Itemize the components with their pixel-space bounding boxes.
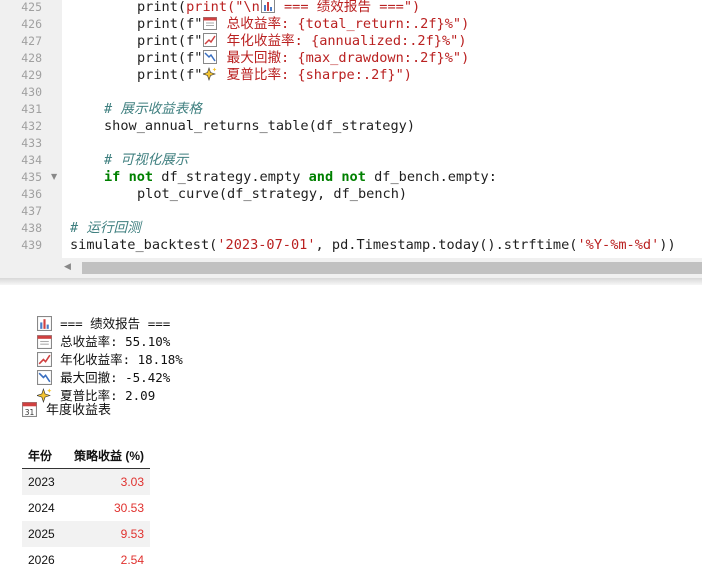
string-literal: === 绩效报告 ===") <box>275 0 421 15</box>
line-number: 438 <box>21 221 42 235</box>
scroll-left-arrow-icon[interactable]: ◀ <box>64 262 71 272</box>
line-number: 428 <box>21 51 42 65</box>
code-line: print(f" 夏普比率: {sharpe:.2f}") <box>137 67 412 84</box>
annual-returns-table: 年份 策略收益 (%) 2023 3.03 2024 30.53 2025 9.… <box>22 443 150 573</box>
line-number: 435 <box>21 170 42 184</box>
fold-margin: ▼ <box>48 0 62 278</box>
string-literal: print("\n <box>186 0 260 15</box>
line-number: 439 <box>21 238 42 252</box>
line-number: 432 <box>21 119 42 133</box>
annual-returns-title: 31 年度收益表 <box>22 399 111 418</box>
code-text: df_bench.empty: <box>365 169 497 185</box>
code-editor[interactable]: ▼ 425 426 427 428 429 430 431 432 433 43… <box>0 0 702 278</box>
table-row: 2026 2.54 <box>22 547 150 573</box>
horizontal-scrollbar[interactable]: ◀ <box>62 258 702 278</box>
code-text: print(f" <box>137 50 203 66</box>
keyword: and <box>308 169 334 185</box>
code-line: simulate_backtest('2023-07-01', pd.Times… <box>70 237 676 254</box>
year-cell: 2026 <box>28 553 55 567</box>
year-cell: 2024 <box>28 501 55 515</box>
code-comment: # 展示收益表格 <box>104 101 202 117</box>
fold-arrow-icon[interactable]: ▼ <box>51 172 57 181</box>
line-number: 425 <box>21 0 42 14</box>
line-number: 427 <box>21 34 42 48</box>
code-line: show_annual_returns_table(df_strategy) <box>104 118 415 134</box>
line-number: 434 <box>21 153 42 167</box>
line-number: 430 <box>21 85 42 99</box>
keyword: not <box>128 169 154 185</box>
keyword: if <box>104 169 121 185</box>
annual-returns-title-text: 年度收益表 <box>46 403 112 418</box>
table-row: 2023 3.03 <box>22 468 150 495</box>
string-literal: 夏普比率: {sharpe:.2f}") <box>218 67 412 83</box>
column-header-year: 年份 <box>22 443 68 469</box>
line-number: 426 <box>21 17 42 31</box>
code-line: print(print("\n === 绩效报告 ===") <box>137 0 421 15</box>
code-text: print(f" <box>137 16 203 32</box>
code-comment: # 运行回测 <box>70 220 141 236</box>
table-row: 2025 9.53 <box>22 521 150 547</box>
line-number: 436 <box>21 187 42 201</box>
cell-divider <box>0 278 702 285</box>
year-cell: 2025 <box>22 521 68 547</box>
code-area[interactable]: print(print("\n === 绩效报告 ===") print(f" … <box>62 0 702 258</box>
string-literal: 总收益率: {total_return:.2f}%") <box>218 16 470 32</box>
line-number: 431 <box>21 102 42 116</box>
chart-down-icon <box>203 50 218 64</box>
code-text: simulate_backtest( <box>70 237 218 253</box>
bar-chart-icon <box>260 0 275 13</box>
year-cell: 2023 <box>22 468 68 495</box>
code-line: print(f" 总收益率: {total_return:.2f}%") <box>137 16 469 33</box>
code-comment: # 可视化展示 <box>104 152 189 168</box>
calendar-day-label: 31 <box>25 408 35 417</box>
calendar-icon <box>203 16 218 30</box>
code-line: print(f" 年化收益率: {annualized:.2f}%") <box>137 33 467 50</box>
keyword: not <box>341 169 366 185</box>
string-literal: 年化收益率: {annualized:.2f}%") <box>218 33 467 49</box>
line-number: 437 <box>21 204 42 218</box>
sparkles-icon <box>202 67 217 81</box>
return-cell: 2.54 <box>120 553 144 567</box>
return-cell: 30.53 <box>113 501 144 515</box>
line-number: 429 <box>21 68 42 82</box>
return-cell: 3.03 <box>68 468 150 495</box>
code-text: , pd.Timestamp.today().strftime( <box>315 237 578 253</box>
line-number: 433 <box>21 136 42 150</box>
return-cell: 9.53 <box>68 521 150 547</box>
table-header-row: 年份 策略收益 (%) <box>22 443 150 469</box>
code-line: print(f" 最大回撤: {max_drawdown:.2f}%") <box>137 50 469 67</box>
string-literal: '%Y-%m-%d' <box>577 237 660 253</box>
code-line: plot_curve(df_strategy, df_bench) <box>137 186 408 202</box>
code-text: print(f" <box>137 67 203 83</box>
table-row: 2024 30.53 <box>22 495 150 521</box>
code-text: )) <box>659 237 676 253</box>
column-header-strategy-return: 策略收益 (%) <box>68 443 150 469</box>
string-literal: 最大回撤: {max_drawdown:.2f}%") <box>218 50 470 66</box>
string-literal: '2023-07-01' <box>217 237 316 253</box>
chart-up-icon <box>203 33 218 47</box>
code-line: if not df_strategy.empty and not df_benc… <box>104 169 497 186</box>
scrollbar-thumb[interactable] <box>82 262 702 274</box>
calendar-icon: 31 <box>22 402 37 417</box>
code-text: df_strategy.empty <box>153 169 309 185</box>
code-text: print(f" <box>137 33 203 49</box>
